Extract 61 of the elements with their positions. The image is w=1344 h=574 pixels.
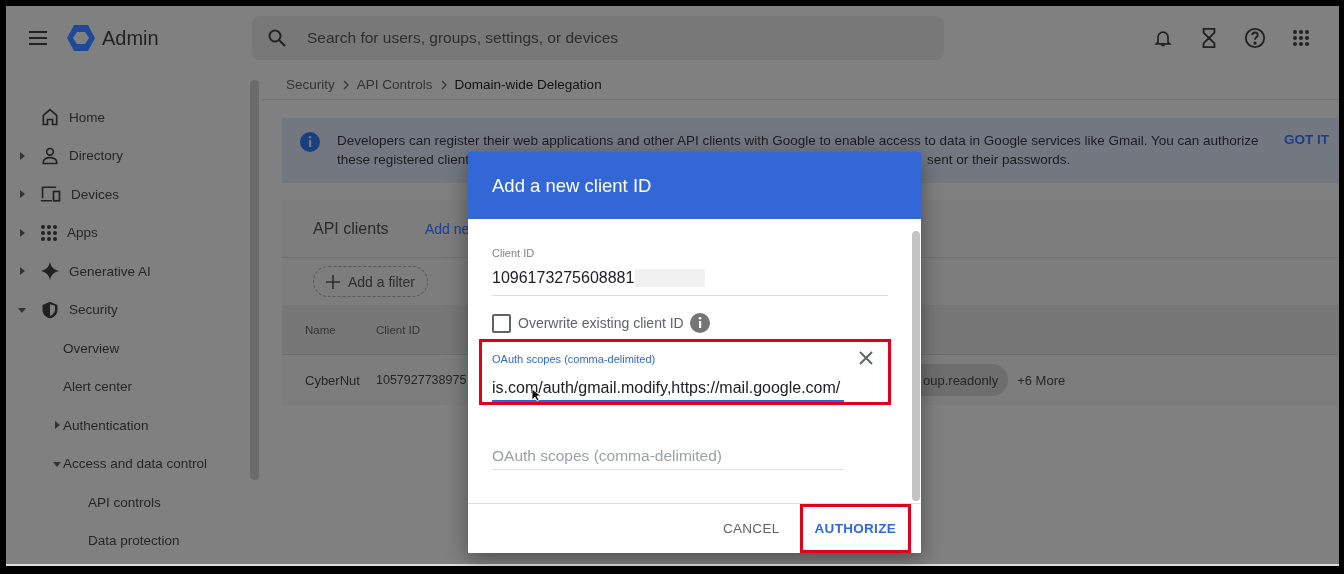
scopes-field[interactable]: OAuth scopes (comma-delimited): [492, 447, 844, 470]
sidebar-item[interactable]: Data protection: [88, 533, 180, 549]
sidebar-item[interactable]: Generative AI: [69, 263, 151, 279]
banner-text: Developers can register their web applications and other API clients with Google to enable access to data in Google services like Gmail. You can authorize: [337, 132, 1259, 150]
info-icon: [689, 313, 710, 333]
chevron-icon: [342, 79, 349, 90]
breadcrumb-item[interactable]: Security: [286, 77, 335, 92]
sidebar-item[interactable]: Security: [69, 302, 118, 318]
info-icon: [300, 132, 320, 152]
sidebar-item[interactable]: Apps: [67, 225, 98, 241]
add-link[interactable]: Add ne: [425, 220, 470, 237]
person-icon: [40, 145, 60, 166]
plus-icon: [326, 274, 340, 289]
search-icon: [268, 29, 286, 47]
dialog-title: Add a new client ID: [492, 174, 652, 197]
checkbox-label: Overwrite existing client ID: [518, 315, 684, 331]
shield-icon: [40, 299, 60, 320]
card-title: API clients: [313, 219, 390, 238]
caret-icon[interactable]: [53, 459, 61, 468]
sparkle-icon: [40, 261, 60, 282]
caret-icon[interactable]: [18, 190, 26, 199]
field-label: Client ID: [492, 247, 535, 261]
more-link[interactable]: +6 More: [1017, 372, 1066, 388]
client-id-field[interactable]: 1096173275608881: [492, 261, 888, 296]
apps-grid-icon: [40, 223, 58, 242]
authorize-button[interactable]: AUTHORIZE: [802, 511, 908, 546]
sidebar-item[interactable]: Overview: [63, 340, 120, 356]
devices-icon: [40, 184, 62, 205]
sidebar-item[interactable]: API controls: [88, 494, 161, 510]
close-icon[interactable]: [858, 350, 874, 366]
sidebar-item[interactable]: Access and data control: [63, 456, 208, 472]
sidebar-item[interactable]: Directory: [69, 148, 123, 164]
caret-icon[interactable]: [53, 421, 61, 430]
caret-icon[interactable]: [18, 305, 26, 314]
help-icon[interactable]: [1243, 26, 1267, 50]
checkbox[interactable]: [492, 313, 511, 333]
banner-text: sent or their passwords.: [927, 151, 1071, 169]
home-icon: [40, 107, 60, 128]
sidebar-item[interactable]: Home: [69, 109, 105, 125]
column-header: Name: [305, 323, 337, 336]
scope-chip: oup.readonly: [920, 364, 1009, 396]
caret-icon[interactable]: [18, 267, 26, 276]
got-it-button[interactable]: GOT IT: [1284, 132, 1329, 147]
search-field[interactable]: Search for users, groups, settings, or devices: [252, 16, 944, 60]
table-cell-text: CyberNut: [305, 372, 361, 388]
scopes-field[interactable]: is.com/auth/gmail.modify,https://mail.google.com/: [492, 375, 844, 402]
column-header: Client ID: [376, 323, 422, 336]
logo-icon: [66, 24, 96, 52]
breadcrumb-item[interactable]: API Controls: [356, 77, 433, 92]
chevron-icon: [440, 79, 447, 90]
field-label: OAuth scopes (comma-delimited): [492, 353, 656, 367]
breadcrumb-item: Domain-wide Delegation: [454, 77, 602, 92]
caret-icon[interactable]: [18, 228, 26, 237]
caret-icon[interactable]: [18, 151, 26, 160]
cancel-button[interactable]: CANCEL: [710, 511, 792, 546]
app-title: Admin: [102, 26, 160, 50]
sidebar-item[interactable]: Authentication: [63, 417, 149, 433]
table-cell: 1057927738975: [376, 373, 467, 387]
banner-text: these registered client: [337, 151, 471, 169]
sidebar-item[interactable]: Devices: [71, 186, 119, 202]
sidebar-item[interactable]: Alert center: [63, 379, 133, 395]
